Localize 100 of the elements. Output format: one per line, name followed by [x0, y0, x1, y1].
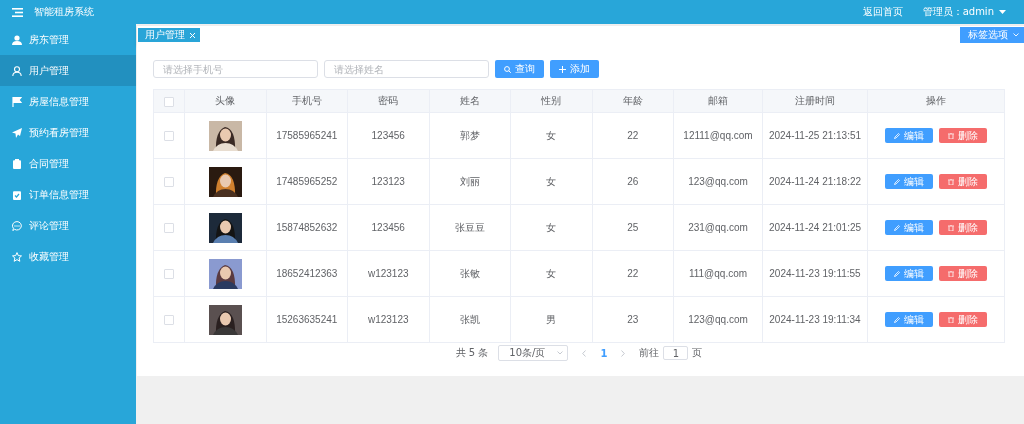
search-icon	[504, 65, 511, 73]
edit-button[interactable]: 编辑	[885, 266, 933, 281]
page-size-select[interactable]: 10条/页	[498, 345, 569, 361]
table-cell: 2024-11-23 19:11:55	[762, 250, 868, 297]
table-cell: 123456	[347, 112, 429, 159]
column-header: 年龄	[592, 89, 674, 113]
checkbox[interactable]	[164, 223, 174, 234]
table-cell: 15874852632	[266, 204, 348, 251]
paper-plane-icon	[12, 127, 22, 138]
table-cell: w123123	[347, 250, 429, 297]
table-cell: 张敏	[429, 250, 511, 297]
delete-button[interactable]: 删除	[939, 174, 987, 189]
table-cell: 2024-11-24 21:18:22	[762, 158, 868, 205]
delete-button[interactable]: 删除	[939, 266, 987, 281]
pencil-icon	[894, 316, 900, 323]
table-cell: 男	[510, 296, 592, 343]
edit-button[interactable]: 编辑	[885, 312, 933, 327]
tab[interactable]: 用户管理	[138, 28, 200, 42]
add-button[interactable]: 添加	[550, 60, 599, 78]
table-cell: 26	[592, 158, 674, 205]
sidebar-item[interactable]: 房屋信息管理	[0, 86, 136, 117]
page-suffix: 页	[692, 346, 703, 360]
delete-button[interactable]: 删除	[939, 312, 987, 327]
sidebar-item[interactable]: 用户管理	[0, 55, 136, 86]
star-icon	[12, 251, 22, 262]
pencil-icon	[894, 132, 900, 139]
trash-icon	[948, 132, 954, 139]
table-cell: 25	[592, 204, 674, 251]
person-icon	[12, 34, 22, 45]
clipboard-check-icon	[12, 189, 22, 200]
table-cell: 17585965241	[266, 112, 348, 159]
sidebar-item[interactable]: 评论管理	[0, 210, 136, 241]
table-cell: 女	[510, 158, 592, 205]
query-button[interactable]: 查询	[495, 60, 544, 78]
table-cell: 23	[592, 296, 674, 343]
delete-button[interactable]: 删除	[939, 128, 987, 143]
table-cell: 18652412363	[266, 250, 348, 297]
delete-button[interactable]: 删除	[939, 220, 987, 235]
pencil-icon	[894, 178, 900, 185]
column-header: 注册时间	[762, 89, 868, 113]
table-cell: 111@qq.com	[673, 250, 763, 297]
table-cell: 女	[510, 204, 592, 251]
tab-options-button[interactable]: 标签选项	[960, 27, 1024, 43]
total-count: 共 5 条	[455, 346, 489, 360]
clipboard-icon	[12, 158, 22, 169]
table-cell: 2024-11-23 19:11:34	[762, 296, 868, 343]
chat-bubble-icon	[12, 220, 22, 231]
table-cell: 张凯	[429, 296, 511, 343]
search-field[interactable]: 请选择手机号	[153, 60, 318, 78]
page-number[interactable]: 1	[600, 347, 608, 359]
flag-icon	[12, 96, 22, 107]
table-cell: 刘丽	[429, 158, 511, 205]
table-cell: 女	[510, 250, 592, 297]
checkbox[interactable]	[164, 315, 174, 326]
goto-label: 前往	[639, 346, 660, 360]
table-cell: 123@qq.com	[673, 296, 763, 343]
sidebar-item[interactable]: 收藏管理	[0, 241, 136, 272]
home-link[interactable]: 返回首页	[862, 5, 903, 19]
edit-button[interactable]: 编辑	[885, 174, 933, 189]
column-header: 头像	[184, 89, 266, 113]
checkbox[interactable]	[164, 96, 174, 107]
column-header: 性别	[510, 89, 592, 113]
table-cell: 女	[510, 112, 592, 159]
pencil-icon	[894, 224, 900, 231]
table-cell: 2024-11-24 21:01:25	[762, 204, 868, 251]
checkbox[interactable]	[164, 131, 174, 142]
table-cell: 张豆豆	[429, 204, 511, 251]
table-cell: 郭梦	[429, 112, 511, 159]
sidebar-item[interactable]: 房东管理	[0, 24, 136, 55]
column-header: 邮箱	[673, 89, 763, 113]
trash-icon	[948, 316, 954, 323]
trash-icon	[948, 224, 954, 231]
table-cell: 231@qq.com	[673, 204, 763, 251]
table-cell: 123@qq.com	[673, 158, 763, 205]
page-input[interactable]: 1	[663, 346, 689, 360]
sidebar-item[interactable]: 合同管理	[0, 148, 136, 179]
caret-icon	[999, 10, 1006, 14]
pencil-icon	[894, 270, 900, 277]
table-cell: 22	[592, 112, 674, 159]
column-header: 手机号	[266, 89, 348, 113]
close-icon	[190, 32, 195, 38]
user-menu[interactable]: 管理员：admin	[922, 5, 1006, 19]
search-field[interactable]: 请选择姓名	[324, 60, 489, 78]
sidebar-item[interactable]: 订单信息管理	[0, 179, 136, 210]
table-cell: 2024-11-25 21:13:51	[762, 112, 868, 159]
person-icon	[12, 65, 22, 76]
table-cell: 15263635241	[266, 296, 348, 343]
checkbox[interactable]	[164, 269, 174, 280]
sidebar-item[interactable]: 预约看房管理	[0, 117, 136, 148]
table-cell: 123456	[347, 204, 429, 251]
chevron-down-icon	[1013, 33, 1019, 37]
table-cell: 123123	[347, 158, 429, 205]
chevron-down-icon	[557, 351, 564, 355]
column-header: 姓名	[429, 89, 511, 113]
edit-button[interactable]: 编辑	[885, 128, 933, 143]
checkbox[interactable]	[164, 177, 174, 188]
column-header: 密码	[347, 89, 429, 113]
edit-button[interactable]: 编辑	[885, 220, 933, 235]
table-cell: 17485965252	[266, 158, 348, 205]
menu-icon	[12, 7, 23, 17]
